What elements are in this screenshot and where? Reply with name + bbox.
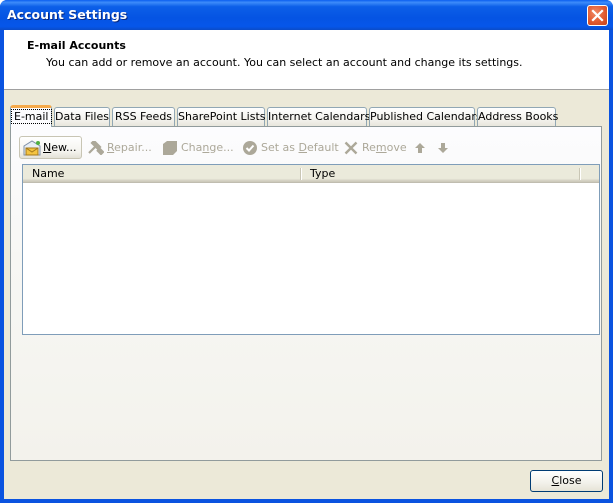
remove-button[interactable]: Remove xyxy=(342,136,407,159)
tab-email[interactable]: E-mail xyxy=(10,105,52,127)
column-header-type[interactable]: Type xyxy=(301,165,579,183)
new-account-envelope-icon xyxy=(23,139,41,157)
accounts-list[interactable]: Name Type xyxy=(22,164,600,335)
repair-label: Repair... xyxy=(107,141,152,154)
change-label: Change... xyxy=(181,141,234,154)
arrow-down-icon xyxy=(434,139,452,157)
tab-label: Internet Calendars xyxy=(268,110,371,123)
tab-rss-feeds[interactable]: RSS Feeds xyxy=(112,107,175,126)
change-icon xyxy=(161,139,179,157)
section-description: You can add or remove an account. You ca… xyxy=(46,56,523,69)
window-title: Account Settings xyxy=(7,7,128,22)
tab-label: Address Books xyxy=(478,110,559,123)
arrow-up-icon xyxy=(411,139,429,157)
column-divider[interactable] xyxy=(579,168,580,180)
tab-published-calendars[interactable]: Published Calendars xyxy=(369,107,482,126)
accounts-toolbar: New... Repair... Change... Set as Defaul… xyxy=(19,136,579,160)
close-icon xyxy=(591,9,604,22)
tab-label: Data Files xyxy=(55,110,109,123)
new-account-button[interactable]: New... xyxy=(19,136,82,159)
move-down-button[interactable] xyxy=(434,136,454,159)
tab-label: E-mail xyxy=(11,109,52,124)
tools-icon xyxy=(87,139,105,157)
window-close-button[interactable] xyxy=(587,5,608,26)
x-icon xyxy=(342,139,360,157)
change-button[interactable]: Change... xyxy=(161,136,234,159)
set-as-default-button[interactable]: Set as Default xyxy=(241,136,339,159)
move-up-button[interactable] xyxy=(411,136,431,159)
tab-sharepoint-lists[interactable]: SharePoint Lists xyxy=(177,107,266,126)
tab-data-files[interactable]: Data Files xyxy=(54,107,110,126)
email-tab-panel: New... Repair... Change... Set as Defaul… xyxy=(10,126,602,461)
tab-label: SharePoint Lists xyxy=(178,110,266,123)
tab-label: RSS Feeds xyxy=(114,110,173,123)
repair-button[interactable]: Repair... xyxy=(87,136,152,159)
dialog-client-area: E-mail Accounts You can add or remove an… xyxy=(4,30,609,499)
account-settings-window: Account Settings E-mail Accounts You can… xyxy=(0,0,613,503)
accounts-list-header: Name Type xyxy=(23,165,599,183)
set-as-default-label: Set as Default xyxy=(261,141,339,154)
title-bar[interactable]: Account Settings xyxy=(0,0,613,30)
close-button[interactable]: Close xyxy=(530,470,603,492)
new-account-label: New... xyxy=(43,141,77,154)
remove-label: Remove xyxy=(362,141,407,154)
checkmark-circle-icon xyxy=(241,139,259,157)
section-title: E-mail Accounts xyxy=(27,39,126,52)
tab-internet-calendars[interactable]: Internet Calendars xyxy=(267,107,371,126)
tab-label: Published Calendars xyxy=(370,110,482,123)
column-header-name[interactable]: Name xyxy=(23,165,301,183)
dialog-header: E-mail Accounts You can add or remove an… xyxy=(4,30,609,90)
tab-address-books[interactable]: Address Books xyxy=(477,107,559,126)
